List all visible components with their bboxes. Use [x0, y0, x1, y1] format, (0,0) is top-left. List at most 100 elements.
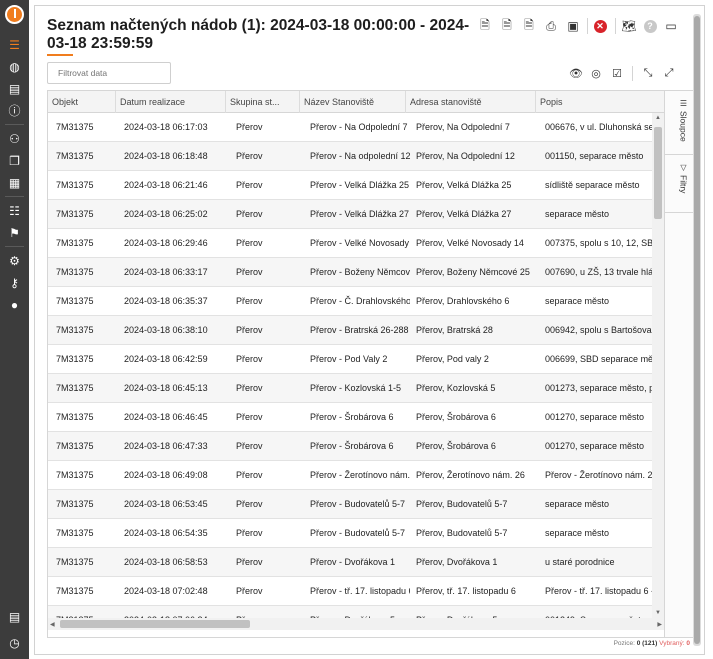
tab-filters[interactable]: ▽ Filtry	[665, 157, 693, 213]
filter-input[interactable]	[47, 62, 171, 84]
column-header-skupina[interactable]: Skupina st...	[226, 91, 300, 113]
table-row[interactable]: 7M31375 2024-03-18 06:53:45 Přerov Přerov -…	[48, 490, 652, 519]
sidebar: ☰ ◍ ▤ ⓘ ⚇ ❐ ▦ ☷ ⚑ ⚙ ⚷ ● ▤ ◷	[0, 0, 29, 659]
cell-objekt: 7M31375	[56, 325, 94, 335]
cell-datum: 2024-03-18 06:46:45	[124, 412, 208, 422]
cell-popis: separace město	[545, 528, 610, 538]
close-icon[interactable]: ✕	[590, 16, 610, 36]
table-row[interactable]: 7M31375 2024-03-18 07:02:48 Přerov Přerov -…	[48, 577, 652, 606]
export-pdf-icon[interactable]: 🗎	[475, 16, 495, 36]
table-row[interactable]: 7M31375 2024-03-18 06:33:17 Přerov Přerov -…	[48, 258, 652, 287]
table-row[interactable]: 7M31375 2024-03-18 06:47:33 Přerov Přerov -…	[48, 432, 652, 461]
file-icon[interactable]: ▤	[0, 607, 29, 627]
main-panel: Seznam načtených nádob (1): 2024-03-18 0…	[34, 5, 705, 655]
cell-adresa: Přerov, Bratrská 28	[416, 325, 493, 335]
cell-adresa: Přerov, Pod valy 2	[416, 354, 489, 364]
table-row[interactable]: 7M31375 2024-03-18 06:42:59 Přerov Přerov -…	[48, 345, 652, 374]
expand-icon[interactable]: ⤢	[660, 65, 678, 82]
table-row[interactable]: 7M31375 2024-03-18 06:29:46 Přerov Přerov -…	[48, 229, 652, 258]
copy-icon[interactable]: ❐	[0, 151, 29, 171]
hide-icon[interactable]: ◎	[587, 65, 605, 82]
cell-adresa: Přerov, Šrobárova 6	[416, 412, 496, 422]
qr-code-icon[interactable]: ▣	[563, 16, 583, 36]
table-row[interactable]: 7M31375 2024-03-18 06:45:13 Přerov Přerov -…	[48, 374, 652, 403]
scroll-left-icon[interactable]: ◀	[50, 621, 55, 628]
page-scrollbar[interactable]	[693, 14, 701, 646]
scroll-up-icon[interactable]: ▲	[655, 115, 661, 121]
key-icon[interactable]: ⚷	[0, 273, 29, 293]
table-row[interactable]: 7M31375 2024-03-18 06:49:08 Přerov Přerov -…	[48, 461, 652, 490]
vertical-scroll-thumb[interactable]	[654, 127, 662, 219]
export-excel-icon[interactable]: 🗎	[497, 16, 517, 36]
column-header-objekt[interactable]: Objekt	[48, 91, 116, 113]
scroll-down-icon[interactable]: ▼	[655, 610, 661, 616]
table-row[interactable]: 7M31375 2024-03-18 06:58:53 Přerov Přerov -…	[48, 548, 652, 577]
scroll-right-icon[interactable]: ▶	[657, 621, 662, 628]
cell-adresa: Přerov, Velké Novosady 14	[416, 238, 524, 248]
cell-adresa: Přerov, Velká Dlážka 25	[416, 180, 512, 190]
cell-adresa: Přerov, Šrobárova 6	[416, 441, 496, 451]
horizontal-scroll-thumb[interactable]	[60, 620, 250, 628]
sliders-icon[interactable]: ⚇	[0, 129, 29, 149]
cell-objekt: 7M31375	[56, 238, 94, 248]
calendar-icon[interactable]: ▦	[0, 173, 29, 193]
show-icon[interactable]: 👁	[567, 65, 585, 82]
table-row[interactable]: 7M31375 2024-03-18 06:21:46 Přerov Přerov -…	[48, 171, 652, 200]
table-row[interactable]: 7M31375 2024-03-18 06:18:48 Přerov Přerov -…	[48, 142, 652, 171]
cell-popis: 001249, Separace město	[545, 606, 652, 618]
vertical-scrollbar[interactable]: ▲ ▼	[652, 113, 664, 618]
list-icon[interactable]: ☰	[0, 35, 29, 55]
table-row[interactable]: 7M31375 2024-03-18 07:06:24 Přerov Přerov -…	[48, 606, 652, 618]
cell-datum: 2024-03-18 06:25:02	[124, 209, 208, 219]
cell-adresa: Přerov, tř. 17. listopadu 6	[416, 586, 516, 596]
table-row[interactable]: 7M31375 2024-03-18 06:35:37 Přerov Přerov -…	[48, 287, 652, 316]
flag-icon[interactable]: ⚑	[0, 223, 29, 243]
table-row[interactable]: 7M31375 2024-03-18 06:17:03 Přerov Přerov -…	[48, 113, 652, 142]
column-header-datum[interactable]: Datum realizace	[116, 91, 226, 113]
table-row[interactable]: 7M31375 2024-03-18 06:38:10 Přerov Přerov -…	[48, 316, 652, 345]
map-icon[interactable]: 🗺	[619, 16, 639, 36]
collapse-icon[interactable]: ⤡	[639, 65, 657, 82]
cell-nazev: Přerov - Pod Valy 2	[310, 354, 388, 364]
table-row[interactable]: 7M31375 2024-03-18 06:54:35 Přerov Přerov -…	[48, 519, 652, 548]
column-header-popis[interactable]: Popis	[536, 91, 664, 113]
cell-nazev: Přerov - Šrobárova 6	[310, 441, 394, 451]
toolbar-divider	[587, 18, 588, 34]
cell-popis: 001270, separace město	[545, 441, 645, 451]
cell-datum: 2024-03-18 06:33:17	[124, 267, 208, 277]
tab-columns[interactable]: ☰ Sloupce	[665, 93, 693, 155]
help-icon[interactable]: ?	[640, 16, 660, 36]
print-icon[interactable]: ⎙	[541, 16, 561, 36]
globe-icon[interactable]: ◍	[0, 57, 29, 77]
cell-popis: 007375, spolu s 10, 12, SBD	[545, 238, 652, 248]
horizontal-scrollbar[interactable]: ◀ ▶	[48, 618, 664, 630]
column-header-adresa[interactable]: Adresa stanoviště	[406, 91, 536, 113]
clock-icon[interactable]: ◷	[0, 633, 29, 653]
cell-datum: 2024-03-18 06:17:03	[124, 122, 208, 132]
cell-skupina: Přerov	[236, 586, 263, 596]
cell-datum: 2024-03-18 07:02:48	[124, 586, 208, 596]
cell-skupina: Přerov	[236, 267, 263, 277]
checkbox-icon[interactable]: ☑	[608, 65, 626, 82]
table-row[interactable]: 7M31375 2024-03-18 06:25:02 Přerov Přerov -…	[48, 200, 652, 229]
info-icon[interactable]: ⓘ	[0, 101, 29, 121]
cell-popis: 006676, v ul. Dluhonská separace	[545, 122, 652, 132]
toolbar-divider	[615, 18, 616, 34]
column-header-nazev[interactable]: Název Stanoviště	[300, 91, 406, 113]
window-icon[interactable]: ▭	[661, 16, 681, 36]
cell-datum: 2024-03-18 06:29:46	[124, 238, 208, 248]
user-icon[interactable]: ●	[0, 295, 29, 315]
gear-icon[interactable]: ⚙	[0, 251, 29, 271]
settings-sliders-icon[interactable]: ☷	[0, 201, 29, 221]
document-icon[interactable]: ▤	[0, 79, 29, 99]
cell-adresa: Přerov, Žerotínovo nám. 26	[416, 470, 525, 480]
cell-nazev: Přerov - Šrobárova 6	[310, 412, 394, 422]
cell-nazev: Přerov - Kozlovská 1-5	[310, 383, 402, 393]
app-logo[interactable]	[5, 5, 24, 24]
page-scroll-thumb[interactable]	[694, 16, 700, 644]
cell-objekt: 7M31375	[56, 412, 94, 422]
table-row[interactable]: 7M31375 2024-03-18 06:46:45 Přerov Přerov -…	[48, 403, 652, 432]
cell-objekt: 7M31375	[56, 499, 94, 509]
cell-skupina: Přerov	[236, 296, 263, 306]
export-csv-icon[interactable]: 🗎	[519, 16, 539, 36]
